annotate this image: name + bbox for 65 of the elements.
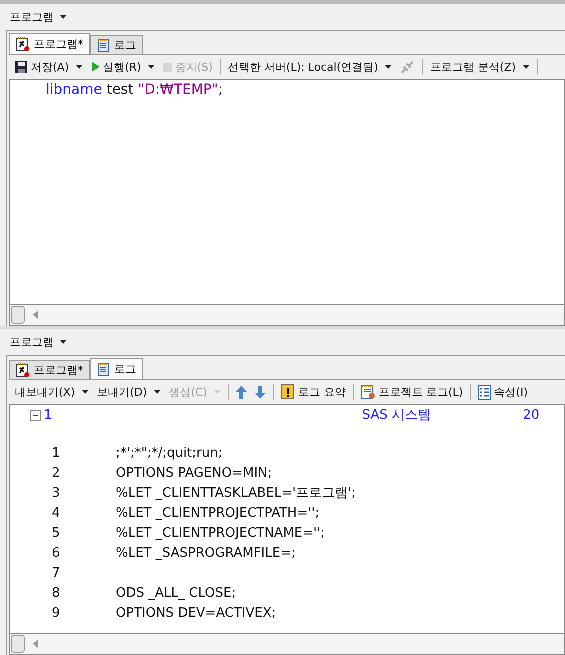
list-icon <box>478 384 492 400</box>
tab[interactable]: 로그 <box>90 358 142 379</box>
caret-icon <box>214 390 222 394</box>
runner-document-icon <box>15 36 30 52</box>
collapse-toggle[interactable] <box>30 410 41 420</box>
toolbar-button[interactable]: 실행(R) <box>87 60 160 74</box>
toolbar-button[interactable]: 저장(A) <box>11 60 88 74</box>
up-arrow-icon <box>236 386 248 398</box>
down-arrow-icon <box>255 386 266 398</box>
log-line: %LET _CLIENTPROJECTPATH=''; <box>116 506 320 520</box>
tab[interactable]: 프로그램* <box>9 33 90 54</box>
code-editor[interactable]: libname test "D:₩TEMP"; <box>9 79 565 304</box>
toolbar-button[interactable]: 프로그램 분석(Z) <box>426 60 534 74</box>
log-line: ;*';*";*/;quit;run; <box>116 446 223 460</box>
line-number: 3 <box>52 486 62 500</box>
log-date: 20 <box>523 408 540 422</box>
caret-icon <box>523 65 530 69</box>
caret-icon <box>76 65 84 69</box>
log-line: %LET _CLIENTPROJECTNAME=''; <box>116 526 326 540</box>
horizontal-scrollbar[interactable] <box>9 304 565 326</box>
scrollbar-thumb[interactable] <box>11 306 25 324</box>
toolbar-button[interactable]: 속성(I) <box>474 384 532 400</box>
log-line: ODS _ALL_ CLOSE; <box>116 586 236 600</box>
toolbar-button[interactable]: 선택한 서버(L): Local(연결됨) <box>224 60 396 74</box>
line-number: 2 <box>52 466 62 480</box>
line-number: 6 <box>52 546 62 560</box>
pane-title-menu[interactable]: 프로그램 <box>10 334 67 350</box>
log-line: %LET _CLIENTTASKLABEL='프로그램'; <box>116 485 356 502</box>
line-number: 1 <box>52 446 62 460</box>
log-line: %LET _SASPROGRAMFILE=; <box>116 546 296 560</box>
line-number: 8 <box>52 586 62 600</box>
caret-icon <box>148 65 156 69</box>
tab[interactable]: 프로그램* <box>9 360 90 379</box>
log-title: SAS 시스템 <box>362 407 432 424</box>
horizontal-scrollbar[interactable] <box>9 633 565 655</box>
line-number: 4 <box>52 506 62 520</box>
notepad-icon <box>96 362 110 376</box>
caret-icon <box>60 15 67 19</box>
toolbar-button[interactable]: 로그 요약 <box>277 384 350 400</box>
line-number: 7 <box>52 566 62 580</box>
caret-icon <box>60 340 67 344</box>
log-line: OPTIONS DEV=ACTIVEX; <box>116 606 276 620</box>
notepad-icon <box>96 38 110 52</box>
page-number: 1 <box>44 408 52 422</box>
caret-icon <box>154 390 162 394</box>
line-number: 5 <box>52 526 62 540</box>
scrollbar-thumb[interactable] <box>11 635 25 653</box>
pane-title-menu[interactable]: 프로그램 <box>10 10 67 24</box>
code-line: libname test "D:₩TEMP"; <box>45 81 224 98</box>
runner-document-icon <box>15 362 30 378</box>
warning-note-icon <box>281 384 296 400</box>
tab[interactable]: 로그 <box>90 35 142 54</box>
toolbar-button[interactable]: 내보내기(X) <box>11 384 94 400</box>
caret-icon <box>385 65 392 69</box>
stop-icon <box>163 62 172 72</box>
log-line: OPTIONS PAGENO=MIN; <box>116 466 272 480</box>
toolbar-button[interactable]: 보내기(D) <box>93 384 166 400</box>
left-arrow-icon <box>33 311 38 319</box>
play-icon <box>91 62 100 72</box>
left-arrow-icon <box>33 640 38 648</box>
line-number: 9 <box>52 606 62 620</box>
plug-icon <box>400 60 416 74</box>
toolbar-button[interactable]: 프로젝트 로그(L) <box>356 384 468 400</box>
caret-icon <box>82 390 90 394</box>
notepad-gear-icon <box>360 384 376 400</box>
